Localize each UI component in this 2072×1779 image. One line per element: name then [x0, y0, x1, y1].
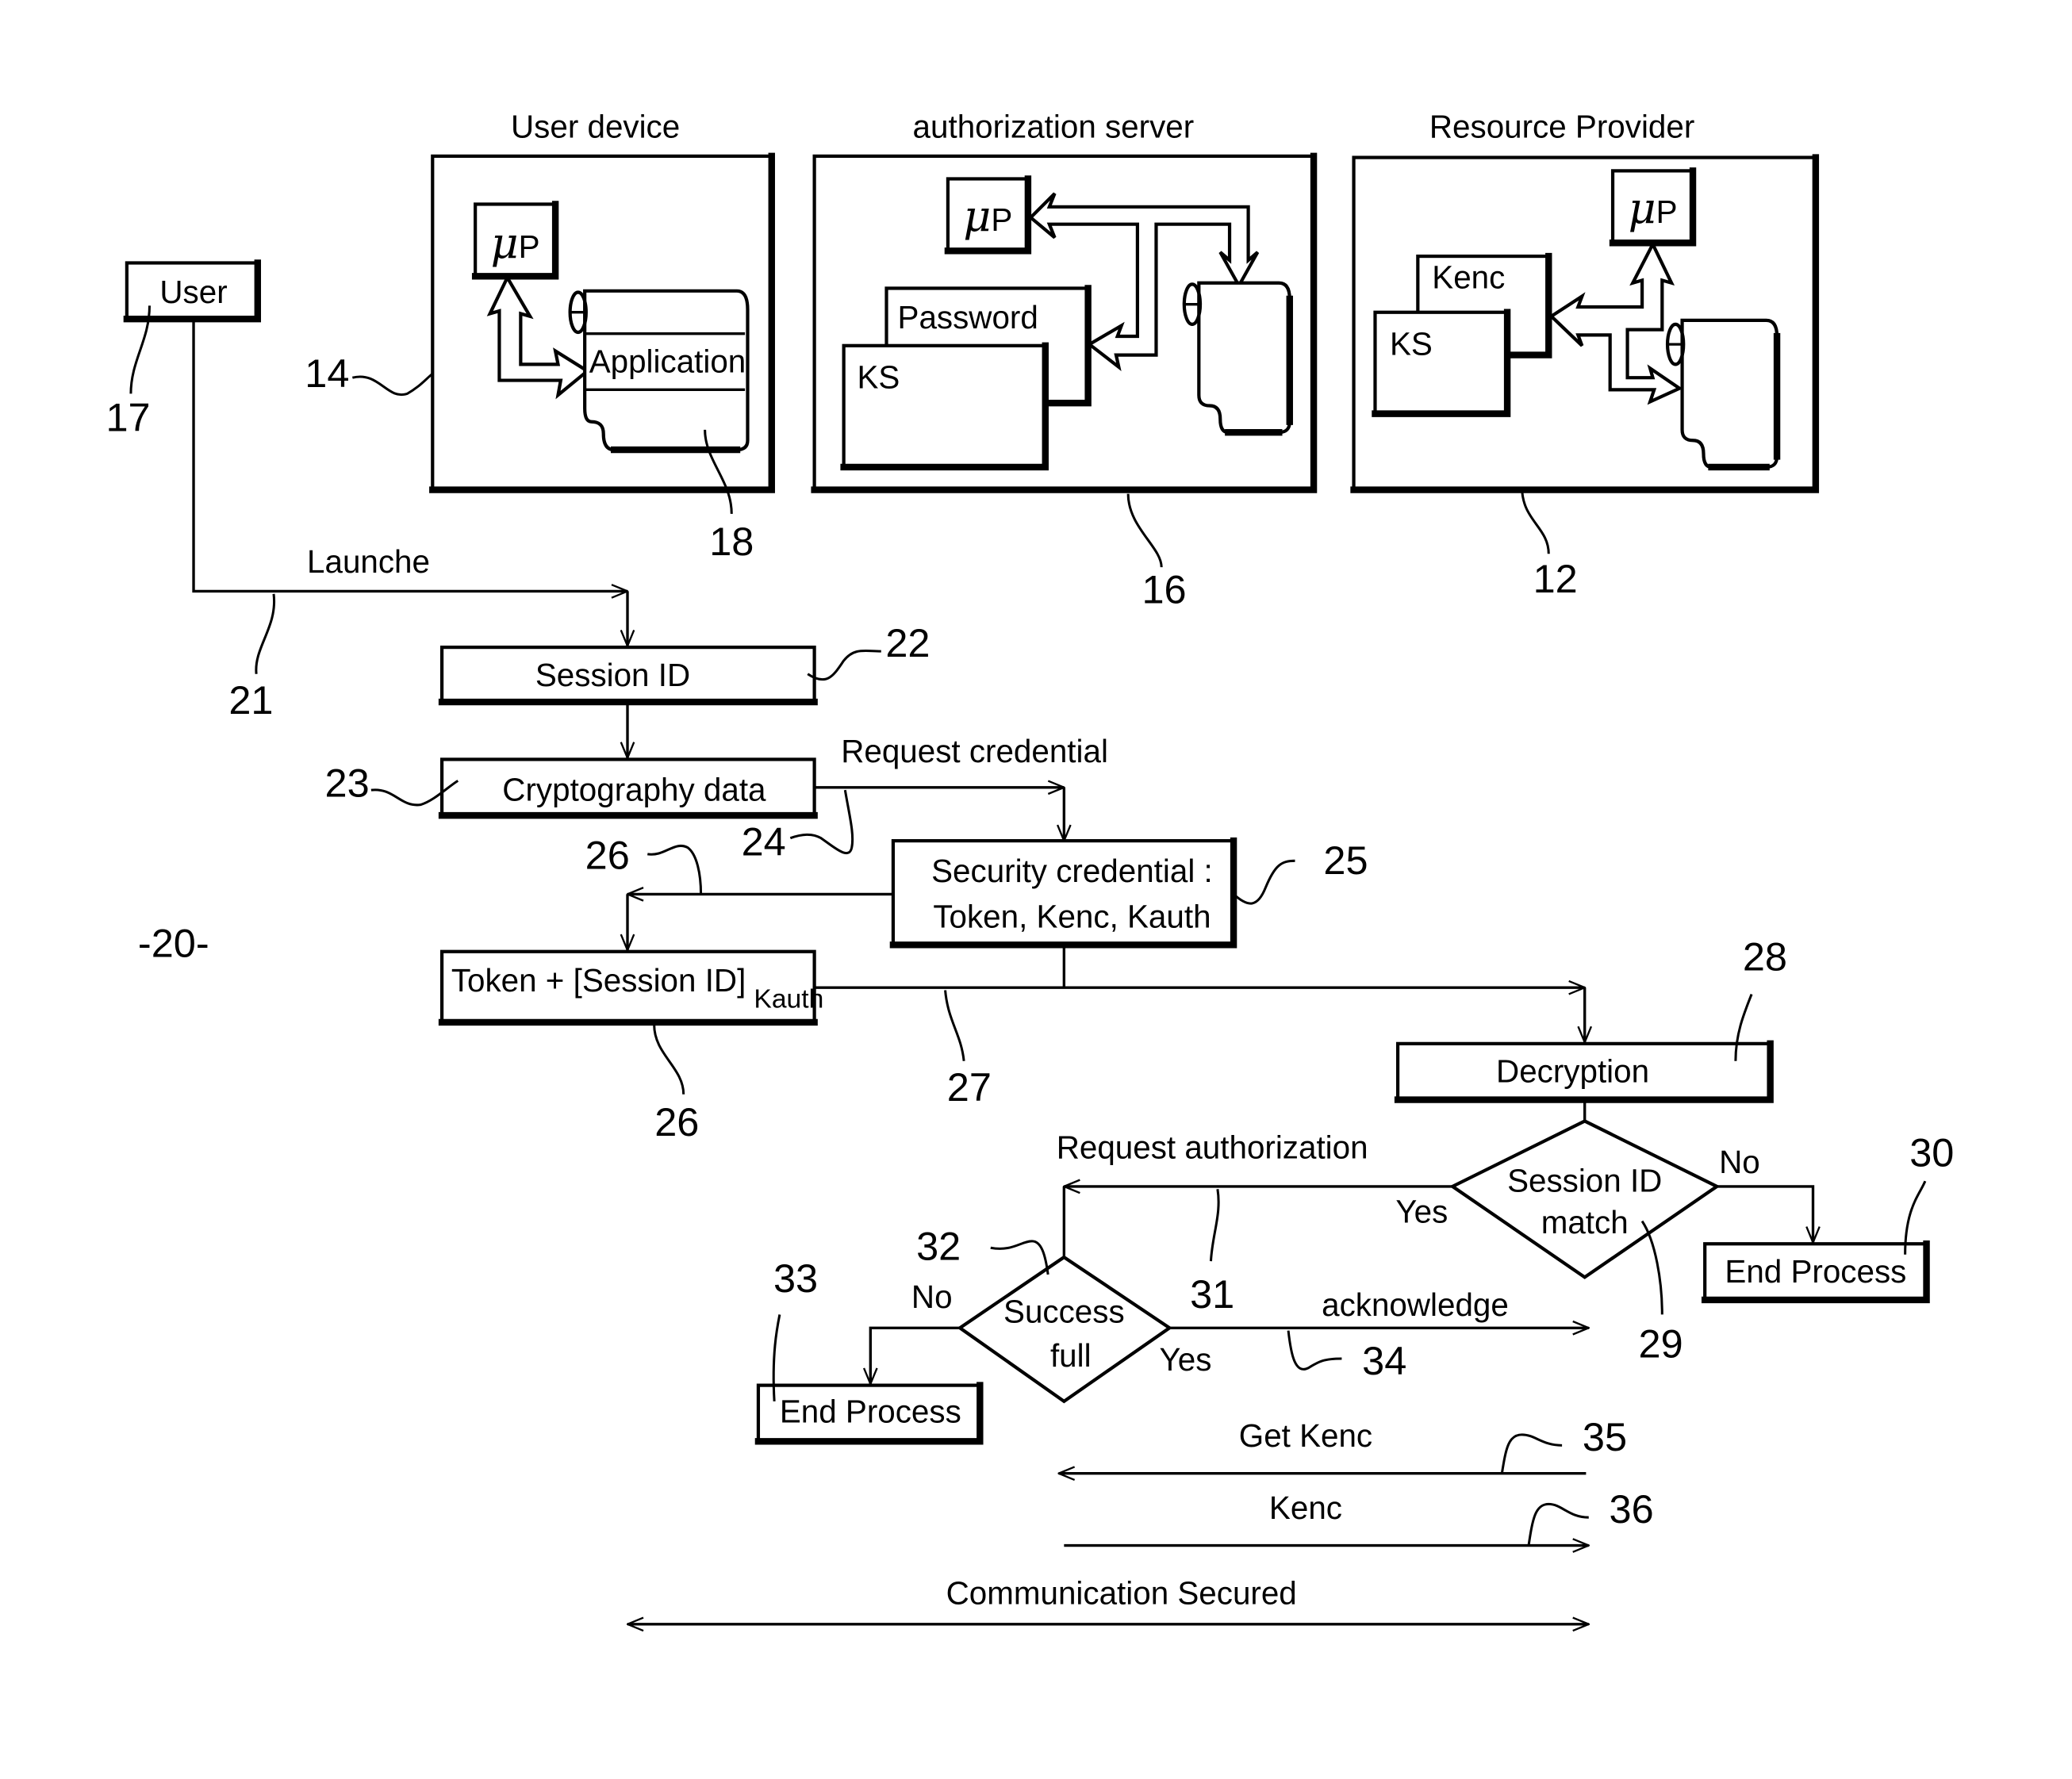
session-match-diamond — [1448, 1119, 1721, 1279]
request-credential-ref: 24 — [742, 819, 786, 865]
successful-ref-leader — [990, 1240, 1049, 1275]
request-authorization-ref-leader — [1209, 1189, 1220, 1262]
launch-label: Launche — [307, 543, 430, 580]
end-process-2-ref: 33 — [773, 1256, 818, 1301]
get-kenc-ref: 35 — [1583, 1414, 1627, 1459]
credential-return-ref-leader — [647, 845, 703, 895]
acknowledge-ref-leader — [1287, 1330, 1342, 1371]
session-id-ref-leader — [807, 649, 881, 681]
get-kenc-step: Get Kenc 35 — [1059, 1414, 1627, 1474]
send-token-ref-leader — [944, 990, 965, 1061]
decryption-label: Decryption — [1496, 1053, 1649, 1090]
kenc-ref-leader — [1527, 1502, 1589, 1546]
resource-provider-title: Resource Provider — [1429, 108, 1694, 144]
authorization-server-ref-leader — [1126, 493, 1163, 568]
user-ref: 17 — [106, 395, 150, 440]
cryptography-data-label: Cryptography data — [502, 772, 766, 808]
credential-return-ref: 26 — [585, 832, 630, 877]
resource-provider-ref: 12 — [1533, 556, 1578, 601]
request-authorization-label: Request authorization — [1057, 1129, 1368, 1166]
end-process-2-label: End Process — [780, 1394, 961, 1430]
end-process-1-label: End Process — [1725, 1253, 1906, 1290]
successful-no: No — [911, 1279, 953, 1315]
successful-ref: 32 — [916, 1223, 961, 1268]
session-match-line1: Session ID — [1507, 1163, 1662, 1199]
session-id-label: Session ID — [535, 657, 690, 693]
request-credential-label: Request credential — [841, 733, 1108, 769]
get-kenc-label: Get Kenc — [1239, 1417, 1372, 1454]
token-ref-leader — [653, 1025, 685, 1095]
keystore-label: KS — [857, 359, 900, 396]
successful-line1: Success — [1003, 1294, 1125, 1330]
cryptography-data-ref: 23 — [325, 761, 370, 806]
figure-label: -20- — [138, 920, 209, 965]
patent-diagram: User 17 User device 14 μP Application 18… — [106, 108, 1954, 1779]
kenc-ref: 36 — [1610, 1486, 1654, 1532]
user-device-title: User device — [511, 108, 680, 144]
session-match-no: No — [1719, 1144, 1760, 1180]
communication-secured-label: Communication Secured — [946, 1575, 1297, 1612]
authorization-server-title: authorization server — [913, 108, 1195, 144]
no-match-arrow — [1717, 1185, 1813, 1243]
authorization-server: authorization server 16 μP Password KS — [811, 108, 1318, 612]
acknowledge-label: acknowledge — [1322, 1286, 1509, 1323]
communication-secured: Communication Secured — [627, 1575, 1589, 1624]
user-node: User 17 — [106, 259, 262, 440]
cryptography-data-step: Cryptography data 23 — [325, 757, 818, 819]
application-label: Application — [589, 343, 746, 379]
send-token-ref: 27 — [947, 1064, 992, 1110]
user-device-ref: 14 — [305, 351, 349, 396]
end-process-1-ref: 30 — [1909, 1130, 1954, 1175]
application-ref: 18 — [709, 519, 754, 564]
user-device-ref-leader — [351, 372, 434, 397]
acknowledge-ref: 34 — [1362, 1338, 1406, 1383]
authorization-server-ref: 16 — [1142, 567, 1186, 612]
password-label: Password — [898, 299, 1038, 335]
session-id-ref: 22 — [885, 620, 930, 665]
resource-provider-ref-leader — [1521, 487, 1550, 554]
session-match-line2: match — [1541, 1204, 1629, 1240]
successful-line2: full — [1050, 1337, 1092, 1374]
decryption-ref: 28 — [1743, 934, 1787, 979]
decryption-step: Decryption 28 — [1394, 934, 1787, 1121]
keystore-label: KS — [1390, 326, 1433, 362]
session-match-yes: Yes — [1395, 1193, 1448, 1229]
session-match-ref: 29 — [1639, 1321, 1683, 1366]
launch-ref-leader — [255, 593, 276, 674]
kenc-step: Kenc 36 — [1064, 1486, 1654, 1546]
kenc-transfer-label: Kenc — [1269, 1490, 1342, 1526]
user-device: User device 14 μP Application 18 — [305, 108, 775, 564]
security-credential-line2: Token, Kenc, Kauth — [933, 898, 1211, 934]
launch-ref: 21 — [228, 677, 273, 723]
security-credential-line1: Security credential : — [931, 853, 1213, 889]
security-credential-ref: 25 — [1323, 838, 1368, 883]
resource-provider: Resource Provider 12 μP Kenc KS — [1350, 108, 1820, 601]
successful-yes: Yes — [1160, 1341, 1212, 1378]
security-credential-ref-leader — [1233, 859, 1295, 905]
kenc-label: Kenc — [1432, 259, 1505, 295]
unsuccessful-arrow — [870, 1326, 961, 1384]
user-label: User — [159, 274, 227, 310]
get-kenc-ref-leader — [1500, 1433, 1563, 1474]
token-ref: 26 — [654, 1099, 699, 1144]
request-authorization-ref: 31 — [1190, 1271, 1234, 1317]
